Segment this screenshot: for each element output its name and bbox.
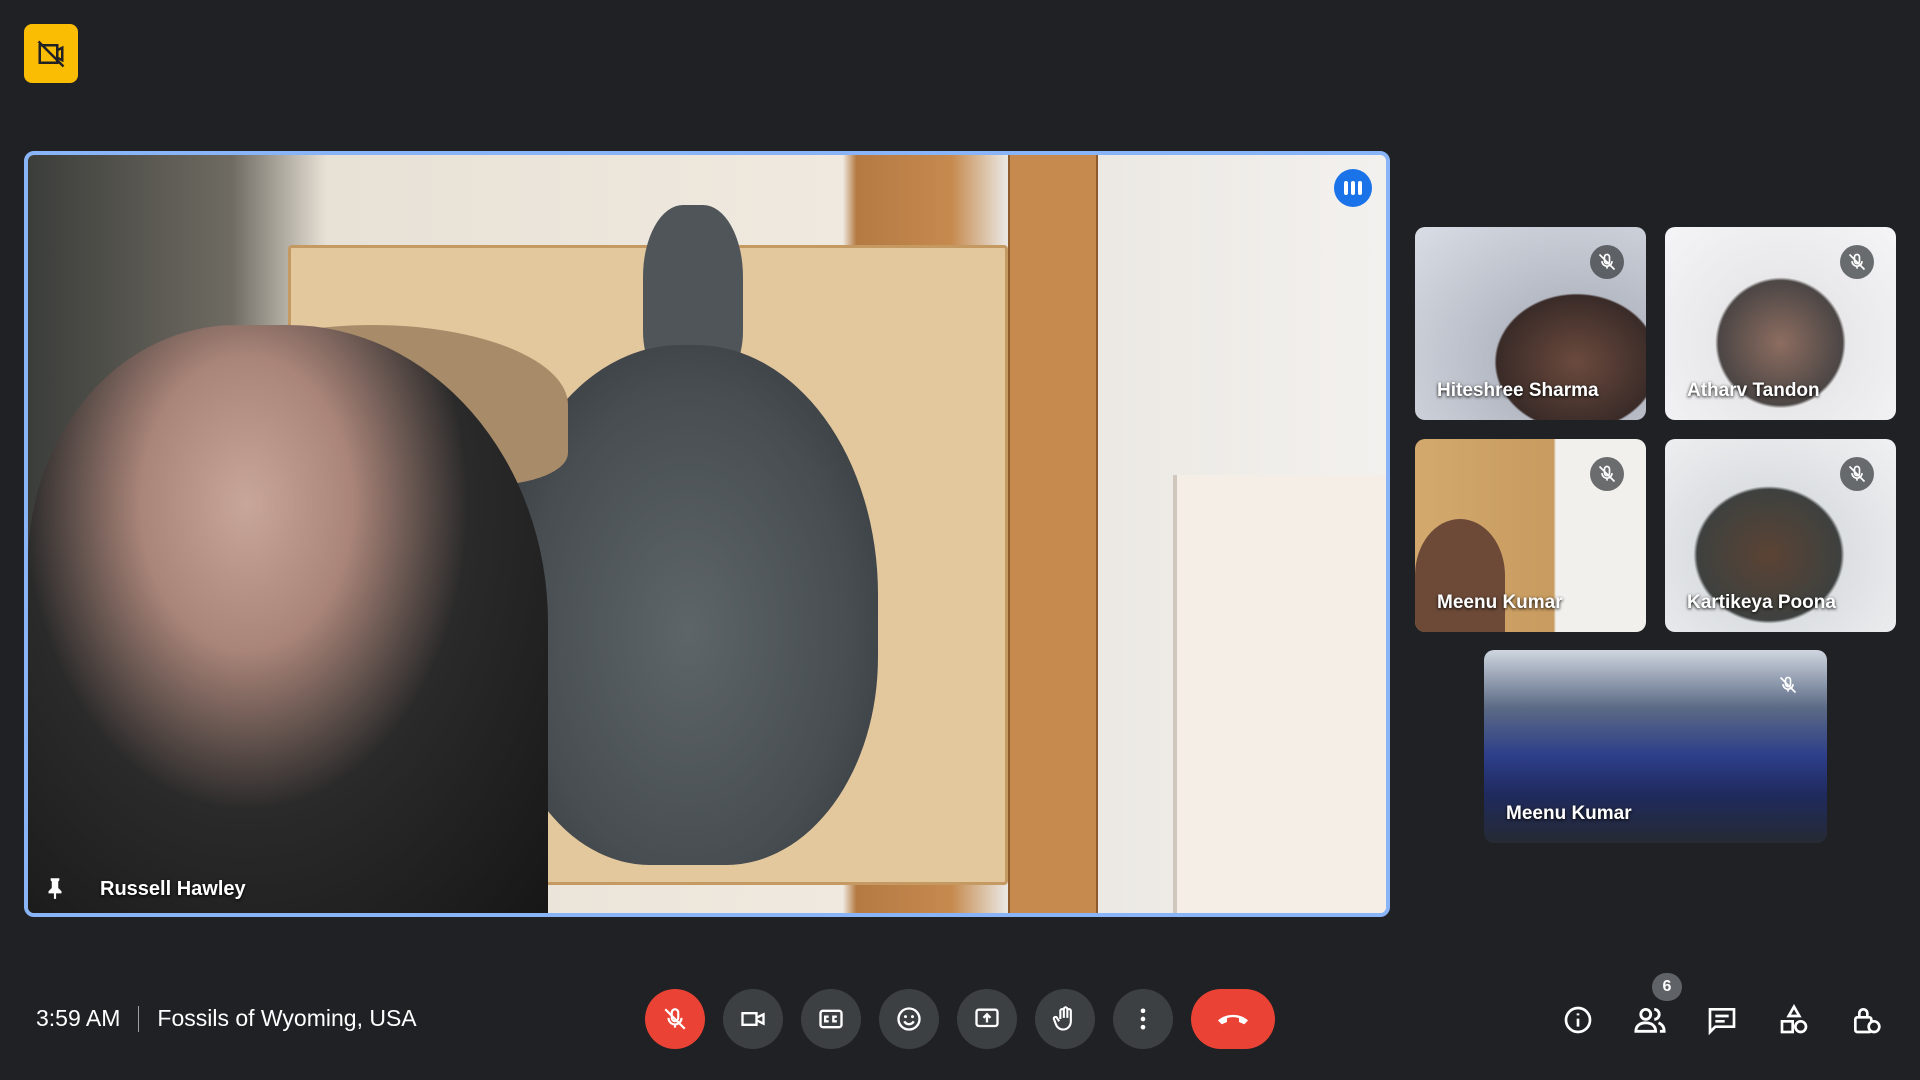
captions-button[interactable]: [801, 989, 861, 1049]
participant-tile[interactable]: Meenu Kumar: [1484, 650, 1827, 843]
meeting-time: 3:59 AM: [36, 1005, 121, 1031]
pin-icon[interactable]: [42, 873, 68, 903]
raise-hand-icon: [1052, 1006, 1072, 1031]
host-controls-button[interactable]: [1848, 1002, 1884, 1038]
present-icon: [975, 1008, 999, 1028]
more-options-icon: [1140, 1008, 1146, 1030]
mic-off-icon: [1840, 245, 1874, 279]
video-person: [28, 325, 548, 913]
participant-name: Atharv Tandon: [1687, 380, 1820, 401]
participant-tile[interactable]: Hiteshree Sharma: [1415, 227, 1646, 420]
leave-call-button[interactable]: [1191, 989, 1275, 1049]
mic-toggle-button[interactable]: [645, 989, 705, 1049]
main-speaker-name: Russell Hawley: [100, 878, 246, 900]
hang-up-icon: [1218, 1014, 1248, 1025]
host-controls-icon: [1854, 1008, 1881, 1034]
mic-off-icon: [1840, 457, 1874, 491]
main-video-tile[interactable]: Russell Hawley: [24, 151, 1390, 917]
activities-icon: [1780, 1004, 1808, 1034]
people-icon: [1634, 1007, 1666, 1033]
divider: [138, 1005, 140, 1032]
raise-hand-button[interactable]: [1035, 989, 1095, 1049]
speaking-icon: [1334, 169, 1372, 207]
no-camera-badge-icon[interactable]: [24, 24, 78, 83]
meeting-info: 3:59 AM Fossils of Wyoming, USA: [36, 1005, 417, 1032]
meeting-details-button[interactable]: [1560, 1002, 1596, 1038]
info-icon: [1564, 1006, 1592, 1034]
reactions-button[interactable]: [879, 989, 939, 1049]
emoji-icon: [897, 1007, 921, 1031]
mic-off-icon: [1590, 245, 1624, 279]
captions-icon: [819, 1009, 843, 1029]
chat-icon: [1708, 1008, 1736, 1036]
participant-name: Meenu Kumar: [1437, 592, 1563, 613]
chat-button[interactable]: [1704, 1002, 1740, 1038]
activities-button[interactable]: [1776, 1002, 1812, 1038]
present-button[interactable]: [957, 989, 1017, 1049]
participant-tile[interactable]: Kartikeya Poona: [1665, 439, 1896, 632]
participant-name: Meenu Kumar: [1506, 803, 1632, 824]
participant-tile[interactable]: Atharv Tandon: [1665, 227, 1896, 420]
participant-tile[interactable]: Meenu Kumar: [1415, 439, 1646, 632]
mic-off-icon: [1590, 457, 1624, 491]
camera-icon: [741, 1012, 765, 1026]
mic-off-icon: [1771, 668, 1805, 702]
participant-video: [1415, 519, 1505, 632]
video-ruler: [1008, 155, 1098, 913]
meeting-title: Fossils of Wyoming, USA: [157, 1005, 417, 1031]
mic-off-icon: [664, 1008, 686, 1030]
meeting-window: Russell Hawley Hiteshree Sharma Atharv T…: [0, 0, 1920, 1080]
people-button[interactable]: [1632, 1002, 1668, 1038]
more-options-button[interactable]: [1113, 989, 1173, 1049]
camera-toggle-button[interactable]: [723, 989, 783, 1049]
participant-count-badge: 6: [1652, 973, 1682, 1001]
video-banner: [1173, 475, 1386, 913]
participant-name: Kartikeya Poona: [1687, 592, 1836, 613]
participant-name: Hiteshree Sharma: [1437, 380, 1599, 401]
